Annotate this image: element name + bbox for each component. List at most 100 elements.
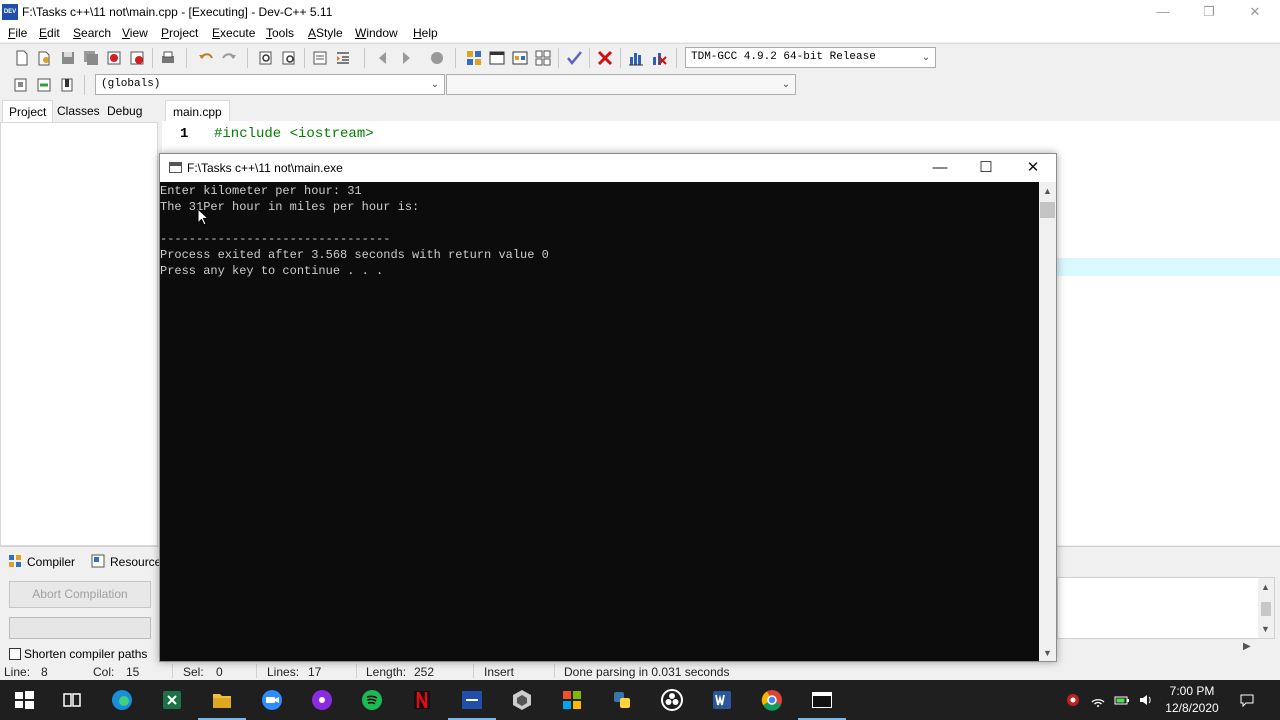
status-mode: Insert — [484, 665, 515, 679]
menu-project[interactable]: Project — [161, 26, 198, 40]
rebuild-all-icon[interactable] — [534, 49, 552, 67]
save-all-icon[interactable] — [82, 49, 100, 67]
toggle-bookmark-icon[interactable] — [35, 76, 53, 94]
project-tree[interactable] — [0, 122, 158, 546]
compile-icon[interactable] — [465, 49, 483, 67]
devcpp-icon[interactable] — [448, 688, 496, 720]
print-icon[interactable] — [159, 49, 177, 67]
compiler-select[interactable]: TDM-GCC 4.9.2 64-bit Release ⌄ — [685, 47, 936, 68]
edge-icon[interactable] — [110, 688, 134, 712]
spotify-icon[interactable] — [360, 688, 384, 712]
tab-classes[interactable]: Classes — [51, 100, 106, 122]
console-title-bar[interactable]: F:\Tasks c++\11 not\main.exe — ☐ ✕ — [160, 154, 1056, 182]
close-all-icon[interactable] — [128, 49, 146, 67]
compiler-output-scrollbar[interactable]: ▲ ▼ — [1258, 578, 1274, 638]
tab-debug[interactable]: Debug — [101, 100, 148, 122]
task-view-icon[interactable] — [60, 688, 84, 712]
bookmark-icon[interactable] — [428, 49, 446, 67]
antivirus-icon[interactable] — [1065, 692, 1081, 708]
volume-icon[interactable] — [1138, 692, 1154, 708]
close-button[interactable]: ✕ — [1232, 0, 1278, 24]
goto-line-icon[interactable] — [311, 49, 329, 67]
insert-icon[interactable] — [12, 76, 30, 94]
find-icon[interactable] — [257, 49, 275, 67]
menu-file[interactable]: File — [8, 26, 27, 40]
abort-compilation-button[interactable]: Abort Compilation — [9, 581, 151, 608]
save-icon[interactable] — [59, 49, 77, 67]
notification-icon[interactable] — [1239, 692, 1255, 708]
globals-select[interactable]: (globals) ⌄ — [95, 74, 445, 95]
console-line: -------------------------------- — [160, 232, 391, 246]
obs-icon[interactable] — [660, 688, 684, 712]
menu-window[interactable]: Window — [355, 26, 398, 40]
line-number: 1 — [180, 126, 189, 142]
console-scrollbar[interactable]: ▲ ▼ — [1039, 182, 1056, 661]
run-icon[interactable] — [488, 49, 506, 67]
excel-icon[interactable] — [160, 688, 184, 712]
menu-execute[interactable]: Execute — [212, 26, 255, 40]
tab-main-cpp[interactable]: main.cpp — [165, 100, 230, 122]
system-clock[interactable]: 7:00 PM 12/8/2020 — [1158, 683, 1226, 717]
indent-icon[interactable] — [334, 49, 352, 67]
menu-search[interactable]: Search — [73, 26, 111, 40]
file-explorer-icon[interactable] — [198, 688, 246, 720]
console-minimize-button[interactable]: — — [917, 154, 963, 182]
new-file-icon[interactable] — [13, 49, 31, 67]
compile-run-icon[interactable] — [511, 49, 529, 67]
members-select[interactable]: ⌄ — [446, 74, 796, 95]
undo-icon[interactable] — [197, 49, 215, 67]
start-icon[interactable] — [12, 688, 36, 712]
shorten-paths-checkbox[interactable]: Shorten compiler paths — [9, 647, 147, 661]
scroll-up-icon[interactable]: ▲ — [1261, 582, 1270, 592]
console-output[interactable]: Enter kilometer per hour: 31 The 31Per h… — [160, 182, 1040, 661]
netflix-icon[interactable] — [410, 688, 434, 712]
devcpp-app-icon: DEV — [2, 4, 18, 20]
tab-resources[interactable]: Resources — [91, 553, 160, 571]
scroll-down-icon[interactable]: ▼ — [1043, 648, 1052, 658]
chrome-icon[interactable] — [760, 688, 784, 712]
battery-icon[interactable] — [1114, 692, 1130, 708]
back-icon[interactable] — [374, 49, 392, 67]
compiler-output-list[interactable]: ▲ ▼ — [1057, 577, 1275, 639]
scroll-right-icon[interactable]: ▶ — [1243, 641, 1251, 652]
tab-project[interactable]: Project — [2, 100, 54, 122]
menu-edit[interactable]: Edit — [39, 26, 60, 40]
close-file-icon[interactable] — [105, 49, 123, 67]
menu-view[interactable]: View — [122, 26, 148, 40]
open-file-icon[interactable] — [36, 49, 54, 67]
menu-tools[interactable]: Tools — [266, 26, 294, 40]
scroll-up-icon[interactable]: ▲ — [1043, 186, 1052, 196]
unity-icon[interactable] — [510, 688, 534, 712]
restore-button[interactable]: ❐ — [1186, 0, 1232, 24]
replace-icon[interactable] — [280, 49, 298, 67]
delete-profile-icon[interactable] — [650, 49, 668, 67]
profile-analysis-icon[interactable] — [627, 49, 645, 67]
stop-execution-icon[interactable] — [596, 49, 614, 67]
console-window[interactable]: F:\Tasks c++\11 not\main.exe — ☐ ✕ Enter… — [159, 153, 1057, 662]
minimize-button[interactable]: — — [1140, 0, 1186, 24]
compile-progress-bar — [9, 617, 151, 639]
python-icon[interactable] — [610, 688, 634, 712]
podcast-icon[interactable] — [310, 688, 334, 712]
tab-compiler[interactable]: Compiler — [8, 553, 75, 571]
console-scroll-thumb[interactable] — [1040, 202, 1055, 218]
tab-compiler-label: Compiler — [27, 555, 76, 569]
goto-bookmark-icon[interactable] — [58, 76, 76, 94]
menu-help[interactable]: Help — [413, 26, 438, 40]
forward-icon[interactable] — [397, 49, 415, 67]
microsoft-store-icon[interactable] — [560, 688, 584, 712]
menu-astyle[interactable]: AStyle — [308, 26, 343, 40]
class-toolbar: (globals) ⌄ ⌄ — [0, 71, 1280, 99]
console-app-icon[interactable] — [798, 688, 846, 720]
checkbox-box[interactable] — [9, 648, 21, 660]
wifi-icon[interactable] — [1090, 692, 1106, 708]
scroll-down-icon[interactable]: ▼ — [1261, 624, 1270, 634]
console-close-button[interactable]: ✕ — [1010, 154, 1056, 182]
console-maximize-button[interactable]: ☐ — [963, 154, 1009, 182]
syntax-check-icon[interactable] — [565, 49, 583, 67]
word-icon[interactable] — [710, 688, 734, 712]
redo-icon[interactable] — [220, 49, 238, 67]
scroll-thumb[interactable] — [1261, 602, 1271, 616]
window-title: F:\Tasks c++\11 not\main.cpp - [Executin… — [22, 5, 333, 19]
zoom-icon[interactable] — [260, 688, 284, 712]
